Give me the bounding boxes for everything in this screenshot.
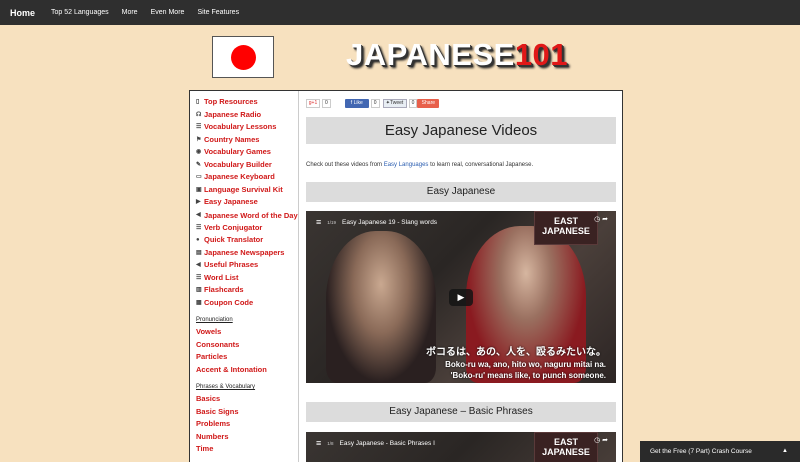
sidebar-item-problems[interactable]: Problems — [196, 418, 298, 431]
sidebar-item-country-names[interactable]: ⚑ Country Names — [196, 134, 298, 147]
flag-icon: ⚑ — [196, 136, 202, 143]
sidebar-item-numbers[interactable]: Numbers — [196, 431, 298, 444]
sidebar-item-japanese-keyboard[interactable]: ▭ Japanese Keyboard — [196, 171, 298, 184]
share-icon[interactable]: ➦ — [602, 216, 608, 223]
easy-languages-link[interactable]: Easy Languages — [384, 162, 429, 168]
flag-sun — [231, 45, 256, 70]
clock-icon[interactable]: ◷ — [594, 216, 600, 223]
sidebar-item-consonants[interactable]: Consonants — [196, 339, 298, 352]
sidebar-item-coupon-code[interactable]: ▦ Coupon Code — [196, 297, 298, 310]
sidebar-item-quick-translator[interactable]: ● Quick Translator — [196, 234, 298, 247]
video-player-slang-words[interactable]: EAST JAPANESE ≡ 1/19 Easy Japanese 19 - S… — [306, 211, 616, 383]
sidebar-item-accent-intonation[interactable]: Accent & Intonation — [196, 364, 298, 377]
playlist-index: 1/8 — [327, 440, 334, 446]
sidebar-item-vocabulary-builder[interactable]: ✎ Vocabulary Builder — [196, 159, 298, 172]
list-icon: ☰ — [196, 124, 202, 130]
sidebar-item-particles[interactable]: Particles — [196, 351, 298, 364]
volume-icon: ◀ — [196, 262, 201, 268]
video-top-icons: ◷ ➦ — [594, 436, 608, 444]
keyboard-icon: ▭ — [196, 174, 202, 180]
play-button[interactable]: ▶ — [449, 289, 473, 306]
east-japanese-sign: EAST JAPANESE — [534, 432, 598, 462]
video-title[interactable]: Easy Japanese - Basic Phrases I — [340, 440, 435, 447]
phrases-list: Basics Basic Signs Problems Numbers Time — [196, 393, 298, 456]
intro-text: Check out these videos from Easy Languag… — [306, 162, 534, 168]
sidebar-item-vocabulary-lessons[interactable]: ☰ Vocabulary Lessons — [196, 121, 298, 134]
page-title: Easy Japanese Videos — [306, 117, 616, 144]
ticket-icon: ▦ — [196, 299, 202, 306]
pronunciation-list: Vowels Consonants Particles Accent & Int… — [196, 326, 298, 376]
japan-flag-image — [212, 36, 274, 78]
playlist-menu-icon[interactable]: ≡ — [316, 438, 321, 448]
sidebar-item-basics[interactable]: Basics — [196, 393, 298, 406]
caret-up-icon: ▲ — [782, 448, 788, 454]
tweet-button[interactable]: ✦Tweet — [382, 98, 407, 108]
sidebar-item-vocabulary-games[interactable]: ◉ Vocabulary Games — [196, 146, 298, 159]
playlist-menu-icon[interactable]: ≡ — [316, 217, 321, 227]
nav-site-features[interactable]: Site Features — [197, 9, 239, 16]
site-logo[interactable]: JAPANESE101 — [346, 37, 568, 73]
video-top-icons: ◷ ➦ — [594, 215, 608, 223]
video-title[interactable]: Easy Japanese 19 - Slang words — [342, 219, 437, 226]
sidebar-item-basic-signs[interactable]: Basic Signs — [196, 406, 298, 419]
share-bar: g+1 0 f Like 0 ✦Tweet 0 Share — [306, 98, 440, 108]
camera-icon: ▣ — [196, 186, 202, 193]
sidebar-resources: ▯ Top Resources ☊ Japanese Radio ☰ Vocabula… — [196, 96, 298, 309]
list-icon: ☰ — [196, 224, 202, 231]
video-player-basic-phrases[interactable]: EAST JAPANESE ≡ 1/8 Easy Japanese - Basic… — [306, 432, 616, 462]
share-icon[interactable]: ➦ — [602, 437, 608, 444]
gplus-count: 0 — [322, 98, 331, 108]
sidebar: ▯ Top Resources ☊ Japanese Radio ☰ Vocabula… — [190, 91, 299, 462]
nav-top-languages[interactable]: Top 52 Languages — [51, 9, 109, 16]
crash-course-bar[interactable]: Get the Free (7 Part) Crash Course ▲ — [640, 441, 800, 462]
sidebar-item-word-of-the-day[interactable]: ◀ Japanese Word of the Day — [196, 210, 298, 221]
file-icon: ▤ — [196, 249, 202, 256]
sidebar-item-japanese-radio[interactable]: ☊ Japanese Radio — [196, 109, 298, 122]
volume-icon: ◀ — [196, 211, 201, 218]
video-subtitles: ボコるは、あの、人を、殴るみたいな。 Boko-ru wa, ano, hito… — [426, 347, 606, 380]
gplus-button[interactable]: g+1 — [306, 98, 320, 108]
list-icon: ☰ — [196, 274, 202, 281]
section-heading-basic-phrases: Easy Japanese – Basic Phrases — [306, 402, 616, 422]
play-icon: ▶ — [457, 292, 465, 302]
main-container: ▯ Top Resources ☊ Japanese Radio ☰ Vocabula… — [189, 90, 623, 462]
book-icon: ▥ — [196, 287, 202, 293]
comment-icon: ● — [196, 237, 200, 243]
sidebar-item-time[interactable]: Time — [196, 443, 298, 456]
section-heading-easy-japanese: Easy Japanese — [306, 182, 616, 202]
edit-icon: ✎ — [196, 161, 202, 168]
sidebar-item-useful-phrases[interactable]: ◀ Useful Phrases — [196, 259, 298, 272]
bookmark-icon: ▯ — [196, 99, 200, 105]
sidebar-item-word-list[interactable]: ☰ Word List — [196, 272, 298, 285]
nav-more[interactable]: More — [122, 9, 138, 16]
sidebar-item-vowels[interactable]: Vowels — [196, 326, 298, 339]
top-navigation: Home Top 52 Languages More Even More Sit… — [0, 0, 800, 25]
sidebar-item-easy-japanese[interactable]: ▶ Easy Japanese — [196, 196, 298, 209]
headphones-icon: ☊ — [196, 111, 202, 118]
sidebar-item-flashcards[interactable]: ▥ Flashcards — [196, 284, 298, 297]
video-title-bar: ≡ 1/19 Easy Japanese 19 - Slang words — [316, 217, 437, 227]
sidebar-item-language-survival-kit[interactable]: ▣ Language Survival Kit — [196, 184, 298, 197]
sidebar-item-verb-conjugator[interactable]: ☰ Verb Conjugator — [196, 222, 298, 235]
video-icon: ▶ — [196, 199, 201, 205]
sidebar-item-japanese-newspapers[interactable]: ▤ Japanese Newspapers — [196, 247, 298, 260]
nav-even-more[interactable]: Even More — [151, 9, 185, 16]
share-button[interactable]: Share — [417, 98, 440, 108]
clock-icon[interactable]: ◷ — [594, 437, 600, 444]
east-japanese-sign: EAST JAPANESE — [534, 211, 598, 245]
tweet-count: 0 — [408, 98, 418, 108]
gamepad-icon: ◉ — [196, 149, 202, 155]
video-title-bar: ≡ 1/8 Easy Japanese - Basic Phrases I — [316, 438, 435, 448]
sidebar-item-top-resources[interactable]: ▯ Top Resources — [196, 96, 298, 109]
facebook-count: 0 — [370, 98, 380, 108]
facebook-like-button[interactable]: f Like — [344, 98, 369, 108]
nav-home[interactable]: Home — [10, 8, 35, 18]
playlist-index: 1/19 — [327, 219, 337, 225]
sidebar-section-pronunciation: Pronunciation — [196, 317, 233, 323]
sidebar-section-phrases: Phrases & Vocabulary — [196, 384, 256, 390]
